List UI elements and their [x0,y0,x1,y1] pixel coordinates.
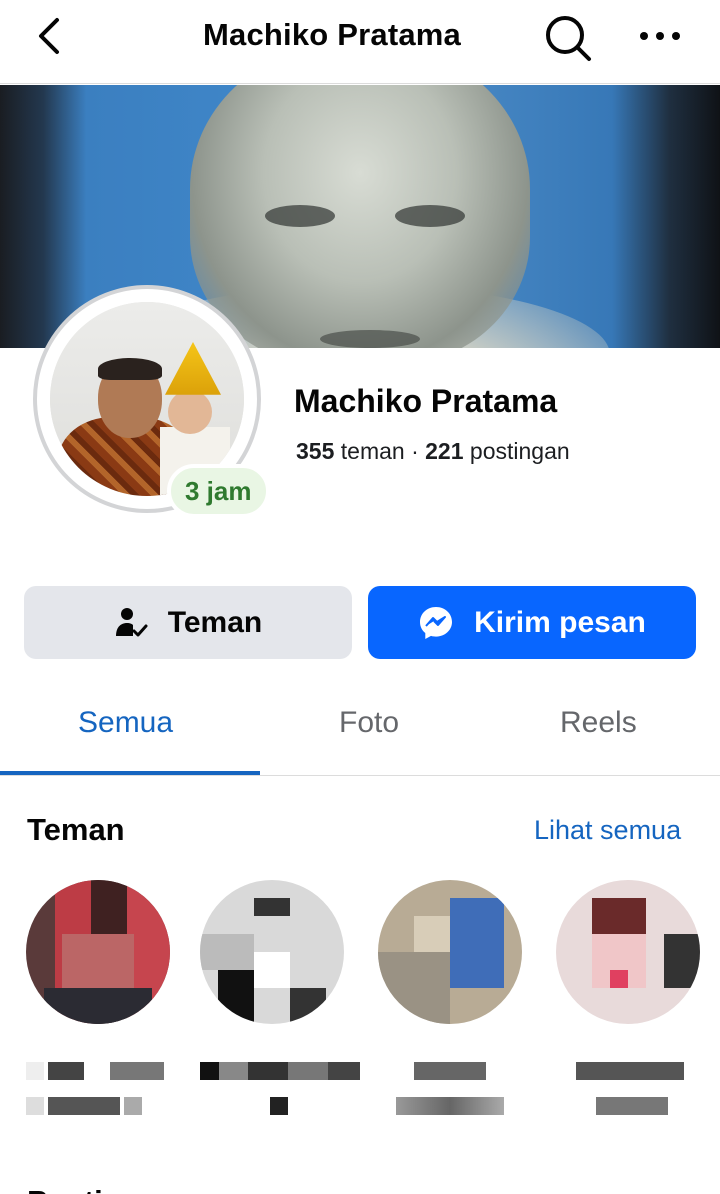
posts-section-title: Postingan [27,1184,177,1194]
friend-avatar[interactable] [26,880,170,1024]
friend-name-blurred [26,1062,176,1120]
cover-shape [320,330,420,348]
friends-section-title: Teman [27,812,125,847]
avatar-shape [98,358,162,380]
top-bar: Machiko Pratama [0,0,720,84]
see-all-friends-link[interactable]: Lihat semua [534,815,681,846]
posts-count: 221 [425,438,464,464]
friend-button-label: Teman [167,605,263,639]
search-icon [546,16,591,61]
friend-card[interactable] [378,880,528,1120]
friend-status-button[interactable]: Teman [24,586,352,659]
message-button-label: Kirim pesan [474,605,646,639]
profile-stats: 355 teman · 221 postingan [296,438,570,465]
friends-label: teman · [334,438,426,464]
cover-shape [395,205,465,227]
friend-card[interactable] [200,880,360,1120]
friend-name-blurred [378,1062,528,1120]
tab-reels[interactable]: Reels [560,706,637,740]
profile-tabs: Semua Foto Reels [0,686,720,776]
friend-card[interactable] [556,880,706,1120]
avatar-shape [168,390,212,434]
friend-avatar[interactable] [556,880,700,1024]
posts-label: postingan [463,438,570,464]
tab-semua[interactable]: Semua [78,706,173,740]
friend-check-icon [114,606,148,640]
active-tab-indicator [0,771,260,775]
friend-name-blurred [200,1062,360,1120]
more-options-button[interactable] [632,14,688,58]
tab-foto[interactable]: Foto [339,706,399,740]
cover-shape [265,205,335,227]
messenger-icon [418,605,454,641]
friend-card[interactable] [26,880,176,1120]
friend-avatar[interactable] [200,880,344,1024]
friends-count[interactable]: 355 [296,438,334,464]
story-time-badge: 3 jam [167,464,270,518]
friend-avatar[interactable] [378,880,522,1024]
friend-name-blurred [556,1062,706,1120]
send-message-button[interactable]: Kirim pesan [368,586,696,659]
more-horizontal-icon [640,32,680,40]
profile-name: Machiko Pratama [294,383,558,419]
search-button[interactable] [540,12,596,64]
